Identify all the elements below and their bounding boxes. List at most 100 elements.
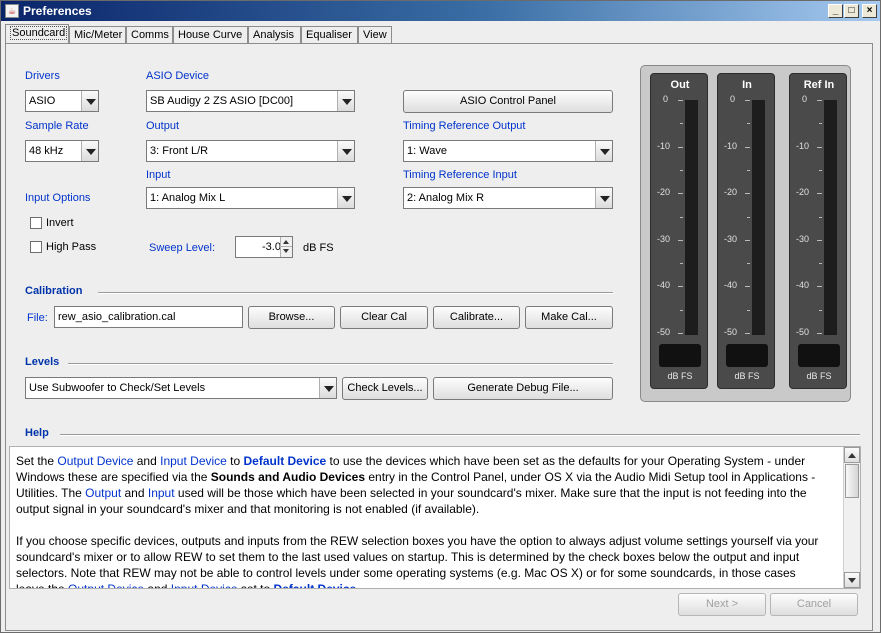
tab-soundcard[interactable]: Soundcard (5, 24, 69, 44)
chevron-down-icon[interactable] (595, 141, 612, 161)
spin-up-icon[interactable] (281, 237, 292, 247)
meter-tick-label: -10 (724, 140, 738, 151)
meter-minor-tick (819, 169, 822, 171)
calibration-file-field[interactable]: rew_asio_calibration.cal (54, 306, 243, 328)
calibrate-button[interactable]: Calibrate... (433, 306, 520, 329)
timing-ref-input-select[interactable]: 2: Analog Mix R (403, 187, 613, 209)
meter-tick-mark (745, 193, 750, 195)
meter-tick-mark (678, 193, 683, 195)
meter-bar (752, 100, 765, 335)
java-cup-icon: ☕ (5, 4, 19, 18)
sample-rate-select[interactable]: 48 kHz (25, 140, 99, 162)
meter-tick-label: -10 (796, 140, 810, 151)
meter-tick-label: -40 (796, 280, 810, 291)
close-button[interactable]: × (862, 4, 877, 18)
tab-analysis[interactable]: Analysis (248, 26, 301, 44)
meter-tick-label: -40 (724, 280, 738, 291)
meter-minor-tick (680, 263, 683, 265)
levels-mode-select[interactable]: Use Subwoofer to Check/Set Levels (25, 377, 337, 399)
tab-house-curve[interactable]: House Curve (173, 26, 248, 44)
spin-down-icon[interactable] (281, 247, 292, 257)
meter-minor-tick (680, 309, 683, 311)
tab-view[interactable]: View (358, 26, 392, 44)
meter-minor-tick (819, 263, 822, 265)
output-label: Output (146, 120, 180, 132)
scroll-down-icon[interactable] (844, 572, 860, 588)
help-scrollbar[interactable] (843, 447, 860, 588)
meter-minor-tick (819, 216, 822, 218)
chevron-down-icon[interactable] (337, 188, 354, 208)
chevron-down-icon[interactable] (337, 91, 354, 111)
meter-tick-label: -50 (657, 327, 671, 337)
timing-ref-output-select[interactable]: 1: Wave (403, 140, 613, 162)
asio-control-panel-button[interactable]: ASIO Control Panel (403, 90, 613, 113)
tab-equaliser[interactable]: Equaliser (301, 26, 358, 44)
help-text-segment: and (121, 486, 148, 500)
meter-name: Ref In (803, 79, 835, 91)
chevron-down-icon[interactable] (595, 188, 612, 208)
maximize-button[interactable]: □ (844, 4, 859, 18)
sweep-level-spinner[interactable]: -3.0 (235, 236, 293, 258)
meter-tick-mark (745, 100, 750, 101)
tab-comms[interactable]: Comms (126, 26, 173, 44)
meter-tick-mark (817, 146, 822, 148)
meter-tick-label: 0 (730, 94, 736, 104)
meter-minor-tick (819, 309, 822, 311)
meter-tick-mark (817, 286, 822, 288)
high-pass-checkbox[interactable] (30, 241, 42, 253)
chevron-down-icon[interactable] (81, 141, 98, 161)
meter-bar (824, 100, 837, 335)
minimize-button[interactable]: _ (828, 4, 843, 18)
meter-tick-mark (678, 333, 683, 334)
meter-readout (726, 344, 768, 367)
meter-tick-mark (678, 286, 683, 288)
meter-minor-tick (680, 123, 683, 125)
soundcard-panel: Drivers ASIO ASIO Device SB Audigy 2 ZS … (5, 43, 873, 631)
meter-tick-label: -10 (657, 140, 671, 151)
tab-mic-meter[interactable]: Mic/Meter (69, 26, 126, 44)
make-cal-button[interactable]: Make Cal... (525, 306, 613, 329)
help-text-segment: Input (147, 486, 175, 500)
check-levels-button[interactable]: Check Levels... (342, 377, 428, 400)
chevron-down-icon[interactable] (337, 141, 354, 161)
clear-cal-button[interactable]: Clear Cal (340, 306, 428, 329)
levels-section-title: Levels (25, 356, 60, 368)
title-bar[interactable]: ☕ Preferences _ □ × (1, 1, 880, 21)
next-button[interactable]: Next > (678, 593, 766, 616)
meter-minor-tick (747, 263, 750, 265)
scroll-thumb[interactable] (845, 464, 859, 498)
help-text-segment: Input Device (170, 582, 238, 589)
browse-button[interactable]: Browse... (248, 306, 335, 329)
output-select[interactable]: 3: Front L/R (146, 140, 355, 162)
meter-tick-label: -20 (657, 187, 671, 198)
meter-ref-in: Ref In 0 -10 -20 -30 -40 -50 dB FS (789, 73, 847, 389)
meter-tick-label: -30 (796, 233, 810, 244)
cancel-button[interactable]: Cancel (770, 593, 858, 616)
meter-tick-label: -20 (724, 187, 738, 198)
help-text-segment: Sounds and Audio Devices (210, 470, 366, 484)
meter-tick-mark (678, 146, 683, 148)
generate-debug-file-button[interactable]: Generate Debug File... (433, 377, 613, 400)
meter-tick-label: -30 (657, 233, 671, 244)
input-select[interactable]: 1: Analog Mix L (146, 187, 355, 209)
asio-device-select[interactable]: SB Audigy 2 ZS ASIO [DC00] (146, 90, 355, 112)
scroll-up-icon[interactable] (844, 447, 860, 463)
meter-in: In 0 -10 -20 -30 -40 -50 dB FS (717, 73, 775, 389)
meter-tick-mark (817, 100, 822, 101)
meter-unit: dB FS (734, 371, 760, 381)
help-text-segment: to (226, 454, 244, 468)
levels-separator (68, 363, 613, 365)
invert-checkbox[interactable] (30, 217, 42, 229)
sweep-level-unit: dB FS (303, 242, 334, 254)
help-text-segment: Set the (16, 454, 58, 468)
chevron-down-icon[interactable] (319, 378, 336, 398)
help-text-segment: and (133, 454, 161, 468)
calibration-separator (98, 292, 613, 294)
help-text-area[interactable]: Set the Output Device and Input Device t… (9, 446, 861, 589)
timing-ref-input-label: Timing Reference Input (403, 169, 517, 181)
chevron-down-icon[interactable] (81, 91, 98, 111)
drivers-select[interactable]: ASIO (25, 90, 99, 112)
meter-unit: dB FS (806, 371, 832, 381)
input-label: Input (146, 169, 171, 181)
meter-tick-mark (678, 239, 683, 241)
